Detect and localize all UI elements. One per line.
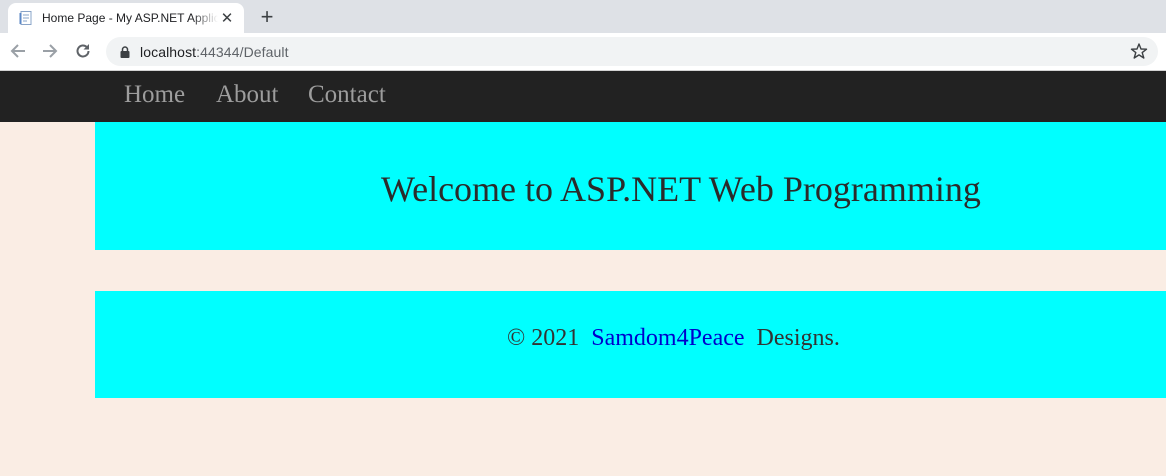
page-title: Welcome to ASP.NET Web Programming [381, 169, 981, 209]
footer-text: © 2021 Samdom4Peace Designs. [507, 325, 840, 352]
nav-link-about[interactable]: About [216, 81, 279, 109]
tab-title: Home Page - My ASP.NET Application [42, 11, 218, 25]
nav-link-home[interactable]: Home [124, 81, 185, 109]
address-bar[interactable]: localhost:44344/Default [106, 37, 1158, 66]
site-navbar: Home About Contact [0, 71, 1166, 122]
arrow-right-icon[interactable] [40, 41, 60, 61]
browser-tab[interactable]: Home Page - My ASP.NET Application ✕ [8, 3, 244, 33]
browser-toolbar: localhost:44344/Default [0, 33, 1166, 71]
jumbotron: Welcome to ASP.NET Web Programming [95, 122, 1166, 250]
page-icon [18, 10, 34, 26]
url-text: localhost:44344/Default [140, 44, 289, 60]
footer: © 2021 Samdom4Peace Designs. [95, 291, 1166, 398]
url-path: :44344/Default [196, 43, 289, 60]
new-tab-button[interactable]: + [256, 4, 278, 29]
url-host: localhost [140, 43, 197, 60]
star-icon[interactable] [1130, 42, 1148, 60]
arrow-left-icon[interactable] [8, 41, 28, 61]
lock-icon[interactable] [118, 45, 132, 59]
close-icon[interactable]: ✕ [218, 9, 236, 27]
copyright-text: © 2021 [507, 325, 580, 351]
footer-author-link[interactable]: Samdom4Peace [591, 325, 744, 351]
browser-chrome: Home Page - My ASP.NET Application ✕ + [0, 0, 1166, 71]
footer-suffix: Designs. [756, 325, 840, 351]
reload-icon[interactable] [73, 41, 93, 61]
nav-link-contact[interactable]: Contact [308, 81, 386, 109]
